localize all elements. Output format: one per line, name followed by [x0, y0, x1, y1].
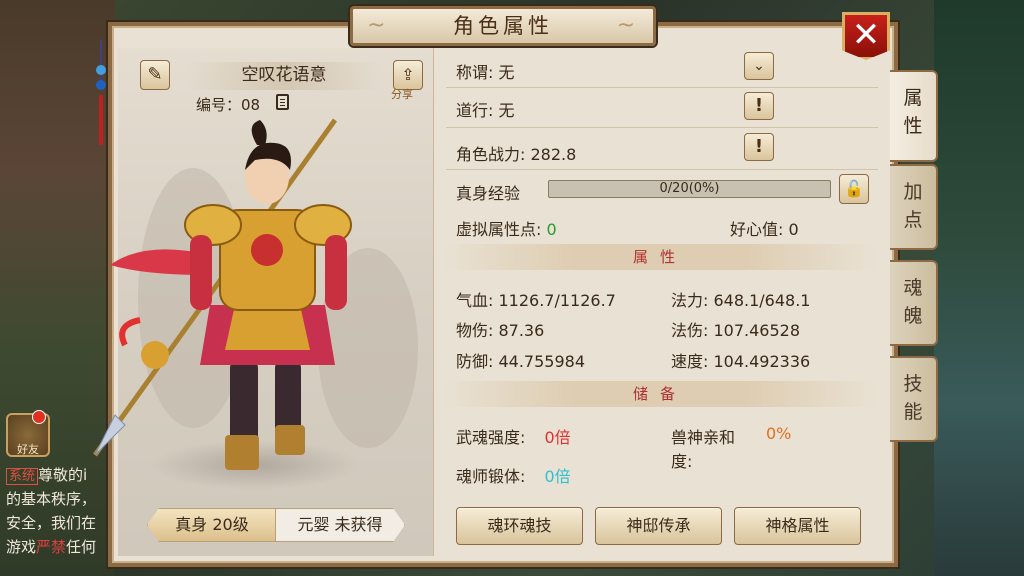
edit-name-button[interactable]: ✎	[140, 60, 170, 90]
window-title: 角色属性	[350, 6, 656, 46]
soul-forge-label: 魂师锻体:	[456, 467, 526, 486]
notification-dot	[32, 410, 46, 424]
divider	[446, 87, 878, 88]
chat-text-4-red: 严禁	[36, 538, 67, 556]
title-row: 称谓: 无	[456, 63, 515, 82]
chat-line-4: 游戏严禁任何	[6, 536, 96, 557]
stat-physical-damage: 物伤: 87.36	[456, 321, 545, 340]
divider	[446, 127, 878, 128]
stat-defense: 防御: 44.755984	[456, 352, 586, 371]
tab-soul[interactable]: 魂 魄	[890, 260, 938, 346]
friend-label: 好友	[17, 443, 39, 456]
chat-text-4b: 任何	[66, 538, 97, 556]
exp-progress-bar: 0/20(0%)	[548, 180, 831, 198]
virtual-points-value: 0	[546, 220, 557, 239]
divine-inheritance-button[interactable]: 神邸传承	[595, 507, 722, 545]
tab-soul-label: 魂 魄	[903, 277, 923, 327]
soul-ring-skill-button[interactable]: 魂环魂技	[456, 507, 583, 545]
beast-affinity-label: 兽神亲和	[671, 428, 736, 447]
daoxing-info-button[interactable]: !	[744, 92, 774, 120]
system-tag: 系统	[6, 468, 39, 485]
stat-magic-damage: 法伤: 107.46528	[671, 321, 801, 340]
tab-add-points[interactable]: 加 点	[890, 164, 938, 250]
stat-hp: 气血: 1126.7/1126.7	[456, 291, 616, 310]
tab-true-body[interactable]: 真身 20级	[147, 508, 277, 542]
virtual-points-row: 虚拟属性点: 0	[456, 216, 557, 240]
tab-skills[interactable]: 技 能	[890, 356, 938, 442]
soul-forge-value: 0倍	[544, 467, 571, 486]
stat-speed: 速度: 104.492336	[671, 352, 811, 371]
chat-line-2: 的基本秩序，	[6, 490, 97, 508]
attributes-section-header: 属性	[440, 244, 880, 270]
chat-line-3: 安全，我们在	[6, 514, 97, 532]
tab-attributes[interactable]: 属 性	[890, 70, 938, 162]
exp-label: 真身经验	[456, 184, 521, 203]
character-name: 空叹花语意	[188, 62, 380, 90]
goodwill-row: 好心值: 0	[730, 220, 799, 239]
beast-affinity-value: 0%	[766, 424, 792, 443]
beast-affinity-label-2: 度:	[671, 452, 693, 471]
title-dropdown-button[interactable]: ⌄	[744, 52, 774, 80]
form-tabs: 真身 20级 元婴 未获得	[147, 508, 405, 542]
share-label: 分享	[391, 88, 413, 101]
reserve-section-header: 储备	[440, 381, 880, 407]
stat-mp: 法力: 648.1/648.1	[671, 291, 811, 310]
unlock-icon[interactable]: 🔓	[839, 174, 869, 204]
power-info-button[interactable]: !	[744, 133, 774, 161]
tab-yuanying[interactable]: 元婴 未获得	[275, 508, 405, 542]
combat-power-row: 角色战力: 282.8	[456, 145, 577, 164]
wuhun-label: 武魂强度:	[456, 428, 526, 447]
divider	[446, 169, 878, 170]
virtual-points-label: 虚拟属性点:	[456, 220, 542, 239]
character-id: 编号：08	[196, 96, 261, 114]
chat-text-4a: 游戏	[6, 538, 37, 556]
daoxing-row: 道行: 无	[456, 101, 515, 120]
warrior-character-portrait	[92, 118, 352, 470]
background-right-scene	[934, 0, 1024, 576]
chat-line-1: 系统 尊敬的i	[6, 464, 87, 485]
tab-attributes-label: 属 性	[903, 87, 923, 137]
copy-icon[interactable]	[276, 94, 289, 110]
tab-add-points-label: 加 点	[903, 181, 923, 231]
godhood-attributes-button[interactable]: 神格属性	[734, 507, 861, 545]
tab-skills-label: 技 能	[903, 373, 923, 423]
chat-text-1: 尊敬的i	[38, 466, 88, 484]
exp-progress-text: 0/20(0%)	[659, 181, 720, 196]
wuhun-value: 0倍	[544, 428, 571, 447]
wuhun-strength-row: 武魂强度: 0倍	[456, 424, 571, 448]
soul-forge-row: 魂师锻体: 0倍	[456, 463, 571, 487]
close-button[interactable]: ✕	[842, 12, 890, 60]
